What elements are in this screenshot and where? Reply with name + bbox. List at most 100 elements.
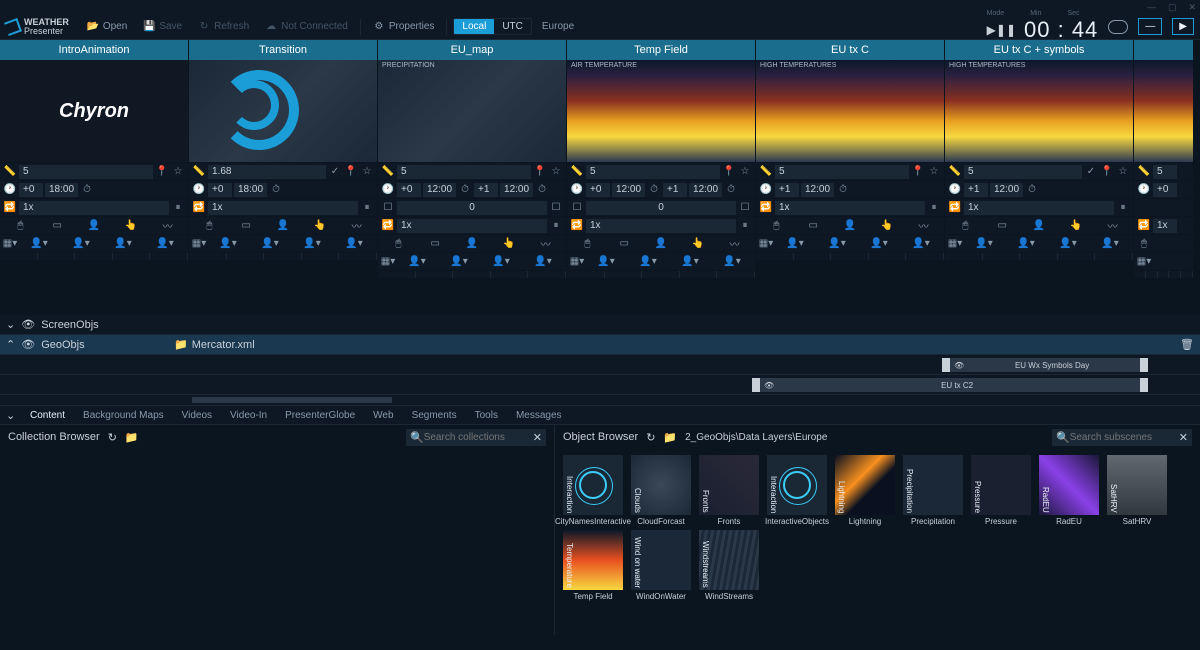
- offset-field[interactable]: +0: [397, 183, 421, 197]
- tool-icon[interactable]: 👆: [1058, 219, 1093, 233]
- duration-field[interactable]: 5: [397, 165, 531, 179]
- pause-icon[interactable]: ⏸: [738, 219, 752, 233]
- pin-icon[interactable]: 📍: [722, 165, 736, 179]
- tab-segments[interactable]: Segments: [404, 408, 465, 423]
- scene-thumbnail[interactable]: AIR TEMPERATURE: [567, 60, 755, 162]
- clear-icon[interactable]: ✕: [533, 431, 542, 444]
- tool-icon[interactable]: 〰: [528, 237, 563, 251]
- tool-icon[interactable]: 👤: [833, 219, 868, 233]
- person-dropdown[interactable]: 👤▾: [19, 237, 59, 251]
- tab-presenterglobe[interactable]: PresenterGlobe: [277, 408, 363, 423]
- scene-card[interactable]: Temp FieldAIR TEMPERATURE📏5📍☆🕐+012:00⏱+1…: [567, 40, 756, 315]
- micro-timeline[interactable]: [756, 252, 944, 260]
- value-field[interactable]: 0: [397, 201, 547, 215]
- search-field[interactable]: 🔍 ✕: [406, 429, 546, 446]
- search-input[interactable]: [1070, 432, 1179, 443]
- object-item[interactable]: CloudsCloudForcast: [629, 455, 693, 526]
- object-thumbnail[interactable]: Temperature: [563, 530, 623, 590]
- save-button[interactable]: 💾Save: [137, 19, 188, 35]
- stopwatch-icon[interactable]: ⏱: [269, 183, 283, 197]
- step-back-button[interactable]: —: [1138, 18, 1162, 35]
- tool-icon[interactable]: 〰: [339, 219, 374, 233]
- pause-icon[interactable]: ⏸: [360, 201, 374, 215]
- object-thumbnail[interactable]: Wind on water: [631, 530, 691, 590]
- person-dropdown[interactable]: 👤▾: [61, 237, 101, 251]
- duration-field[interactable]: 5: [775, 165, 909, 179]
- duration-field[interactable]: 5: [586, 165, 720, 179]
- tool-icon[interactable]: ▭: [607, 237, 642, 251]
- scene-thumbnail[interactable]: HIGH TEMPERATURES: [945, 60, 1133, 162]
- play-pause-icon[interactable]: ▶❚❚: [987, 23, 1016, 37]
- tool-icon[interactable]: 👆: [113, 219, 148, 233]
- time-field[interactable]: 12:00: [801, 183, 834, 197]
- person-dropdown[interactable]: 👤▾: [586, 255, 626, 269]
- loop-icon[interactable]: 🔁: [570, 219, 584, 233]
- person-dropdown[interactable]: 👤▾: [439, 255, 479, 269]
- scene-card[interactable]: EU tx CHIGH TEMPERATURES📏5📍☆🕐+112:00⏱🔁1x…: [756, 40, 945, 315]
- scene-card[interactable]: EU_mapPRECIPITATION📏5📍☆🕐+012:00⏱+112:00⏱…: [378, 40, 567, 315]
- person-dropdown[interactable]: 👤▾: [1090, 237, 1130, 251]
- stopwatch-icon[interactable]: ⏱: [836, 183, 850, 197]
- person-dropdown[interactable]: 👤▾: [712, 255, 752, 269]
- refresh-icon[interactable]: ↻: [646, 431, 655, 444]
- pin-icon[interactable]: 📍: [155, 165, 169, 179]
- tool-icon[interactable]: 👆: [302, 219, 337, 233]
- tool-icon[interactable]: 👤: [644, 237, 679, 251]
- scene-thumbnail[interactable]: PRECIPITATION: [378, 60, 566, 162]
- scene-card-partial[interactable]: 📏5🕐+0🔁1x🖱▦▾: [1134, 40, 1194, 315]
- duration-field[interactable]: 5: [19, 165, 153, 179]
- properties-button[interactable]: ⚙Properties: [367, 19, 441, 35]
- tool-icon[interactable]: 〰: [906, 219, 941, 233]
- offset-field[interactable]: +0: [586, 183, 610, 197]
- eye-icon[interactable]: 👁: [954, 361, 964, 370]
- open-button[interactable]: 📂Open: [81, 19, 133, 35]
- object-thumbnail[interactable]: Lightning: [835, 455, 895, 515]
- time-field[interactable]: 12:00: [689, 183, 722, 197]
- person-dropdown[interactable]: 👤▾: [964, 237, 1004, 251]
- person-dropdown[interactable]: 👤▾: [670, 255, 710, 269]
- speed-field[interactable]: 1x: [775, 201, 925, 215]
- micro-timeline[interactable]: [378, 270, 566, 278]
- tab-content[interactable]: Content: [22, 408, 73, 423]
- eye-icon[interactable]: 👁: [21, 338, 35, 351]
- offset-field[interactable]: +1: [775, 183, 799, 197]
- person-dropdown[interactable]: 👤▾: [775, 237, 815, 251]
- object-item[interactable]: PrecipitationPrecipitation: [901, 455, 965, 526]
- pause-icon[interactable]: ⏸: [927, 201, 941, 215]
- person-dropdown[interactable]: 👤▾: [397, 255, 437, 269]
- pin-icon[interactable]: 📍: [344, 165, 358, 179]
- stopwatch-icon[interactable]: ⏱: [724, 183, 738, 197]
- timeline-scrollbar[interactable]: [0, 395, 1200, 405]
- layout-icon[interactable]: ▦▾: [3, 237, 17, 251]
- scene-card[interactable]: EU tx C + symbolsHIGH TEMPERATURES📏5✓📍☆🕐…: [945, 40, 1134, 315]
- folder-icon[interactable]: 📁: [663, 431, 677, 444]
- track-geoobjs[interactable]: ⌃ 👁 GeoObjs 📁 Mercator.xml 🗑: [0, 335, 1200, 355]
- scene-title[interactable]: Temp Field: [567, 40, 755, 60]
- scene-title[interactable]: Transition: [189, 40, 377, 60]
- object-thumbnail[interactable]: Pressure: [971, 455, 1031, 515]
- tz-local[interactable]: Local: [454, 19, 494, 34]
- clip-handle-right[interactable]: [1140, 358, 1148, 372]
- star-icon[interactable]: ☆: [549, 165, 563, 179]
- person-dropdown[interactable]: 👤▾: [1006, 237, 1046, 251]
- object-item[interactable]: Wind on waterWindOnWater: [629, 530, 693, 601]
- refresh-icon[interactable]: ↻: [108, 431, 117, 444]
- tool-icon[interactable]: 👆: [869, 219, 904, 233]
- tool-icon[interactable]: ▭: [985, 219, 1020, 233]
- tool-icon[interactable]: ▭: [229, 219, 264, 233]
- time-field[interactable]: 18:00: [45, 183, 78, 197]
- offset-field[interactable]: +1: [964, 183, 988, 197]
- layout-icon[interactable]: ▦▾: [759, 237, 773, 251]
- tool-icon[interactable]: ▭: [40, 219, 75, 233]
- delete-icon[interactable]: 🗑: [1174, 338, 1200, 351]
- tab-messages[interactable]: Messages: [508, 408, 570, 423]
- time-field[interactable]: 12:00: [500, 183, 533, 197]
- offset-field[interactable]: +1: [474, 183, 498, 197]
- person-dropdown[interactable]: 👤▾: [250, 237, 290, 251]
- layout-icon[interactable]: ▦▾: [381, 255, 395, 269]
- object-item[interactable]: FrontsFronts: [697, 455, 761, 526]
- object-thumbnail[interactable]: Windstreams: [699, 530, 759, 590]
- object-item[interactable]: TemperatureTemp Field: [561, 530, 625, 601]
- duration-field[interactable]: 5: [964, 165, 1082, 179]
- person-dropdown[interactable]: 👤▾: [817, 237, 857, 251]
